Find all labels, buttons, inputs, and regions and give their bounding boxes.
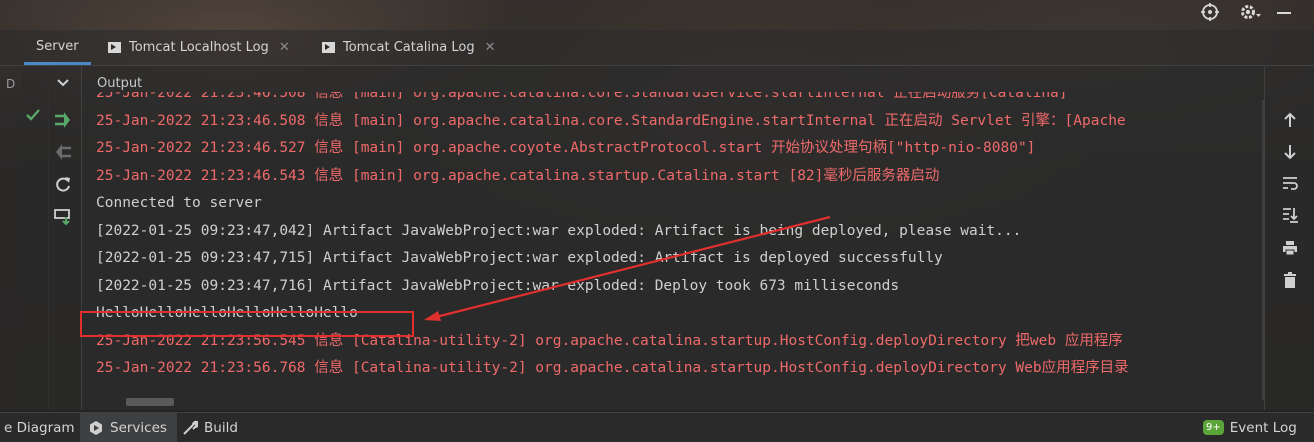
annotation-arrow-head xyxy=(424,311,441,321)
annotation-arrow xyxy=(424,215,831,321)
annotation-arrow-line xyxy=(431,215,831,320)
